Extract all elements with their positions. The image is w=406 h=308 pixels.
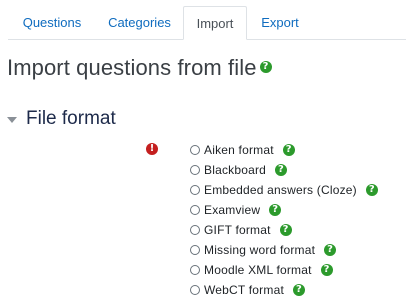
tab-import[interactable]: Import bbox=[183, 6, 247, 40]
format-option-webct[interactable]: WebCT format ? bbox=[190, 280, 378, 300]
format-label[interactable]: Examview bbox=[204, 203, 260, 217]
format-option-missing-word[interactable]: Missing word format ? bbox=[190, 240, 378, 260]
tab-questions[interactable]: Questions bbox=[8, 6, 96, 39]
help-icon[interactable]: ? bbox=[292, 284, 305, 296]
format-label[interactable]: GIFT format bbox=[204, 223, 271, 237]
radio-button[interactable] bbox=[190, 225, 200, 235]
page-title-text: Import questions from file bbox=[7, 55, 257, 80]
section-title: File format bbox=[26, 108, 116, 129]
format-label[interactable]: Missing word format bbox=[204, 243, 315, 257]
help-icon[interactable]: ? bbox=[279, 224, 292, 236]
help-icon[interactable]: ? bbox=[365, 184, 378, 196]
help-icon[interactable]: ? bbox=[269, 204, 282, 216]
file-format-options: Aiken format ? Blackboard ? Embedded ans… bbox=[190, 140, 378, 300]
help-icon[interactable]: ? bbox=[282, 144, 295, 156]
help-icon[interactable]: ? bbox=[259, 61, 272, 74]
file-format-section-toggle[interactable]: File format bbox=[7, 108, 116, 130]
radio-button[interactable] bbox=[190, 185, 200, 195]
help-icon[interactable]: ? bbox=[320, 264, 333, 276]
format-label[interactable]: Moodle XML format bbox=[204, 263, 312, 277]
help-icon[interactable]: ? bbox=[275, 164, 288, 176]
format-option-moodle-xml[interactable]: Moodle XML format ? bbox=[190, 260, 378, 280]
format-label[interactable]: WebCT format bbox=[204, 283, 284, 297]
radio-button[interactable] bbox=[190, 205, 200, 215]
radio-button[interactable] bbox=[190, 145, 200, 155]
collapse-caret-icon bbox=[7, 116, 17, 123]
radio-button[interactable] bbox=[190, 165, 200, 175]
radio-button[interactable] bbox=[190, 265, 200, 275]
format-option-cloze[interactable]: Embedded answers (Cloze) ? bbox=[190, 180, 378, 200]
format-option-aiken[interactable]: Aiken format ? bbox=[190, 140, 378, 160]
import-questions-page: Questions Categories Import Export Impor… bbox=[0, 0, 406, 308]
format-option-examview[interactable]: Examview ? bbox=[190, 200, 378, 220]
format-label[interactable]: Embedded answers (Cloze) bbox=[204, 183, 357, 197]
tab-bar: Questions Categories Import Export bbox=[0, 0, 406, 40]
format-label[interactable]: Aiken format bbox=[204, 143, 274, 157]
help-icon[interactable]: ? bbox=[324, 244, 337, 256]
format-option-blackboard[interactable]: Blackboard ? bbox=[190, 160, 378, 180]
radio-button[interactable] bbox=[190, 245, 200, 255]
tab-export[interactable]: Export bbox=[247, 6, 313, 39]
required-icon: ! bbox=[146, 143, 158, 155]
format-option-gift[interactable]: GIFT format ? bbox=[190, 220, 378, 240]
page-title: Import questions from file? bbox=[7, 55, 272, 81]
tab-categories[interactable]: Categories bbox=[96, 6, 183, 39]
radio-button[interactable] bbox=[190, 285, 200, 295]
format-label[interactable]: Blackboard bbox=[204, 163, 266, 177]
